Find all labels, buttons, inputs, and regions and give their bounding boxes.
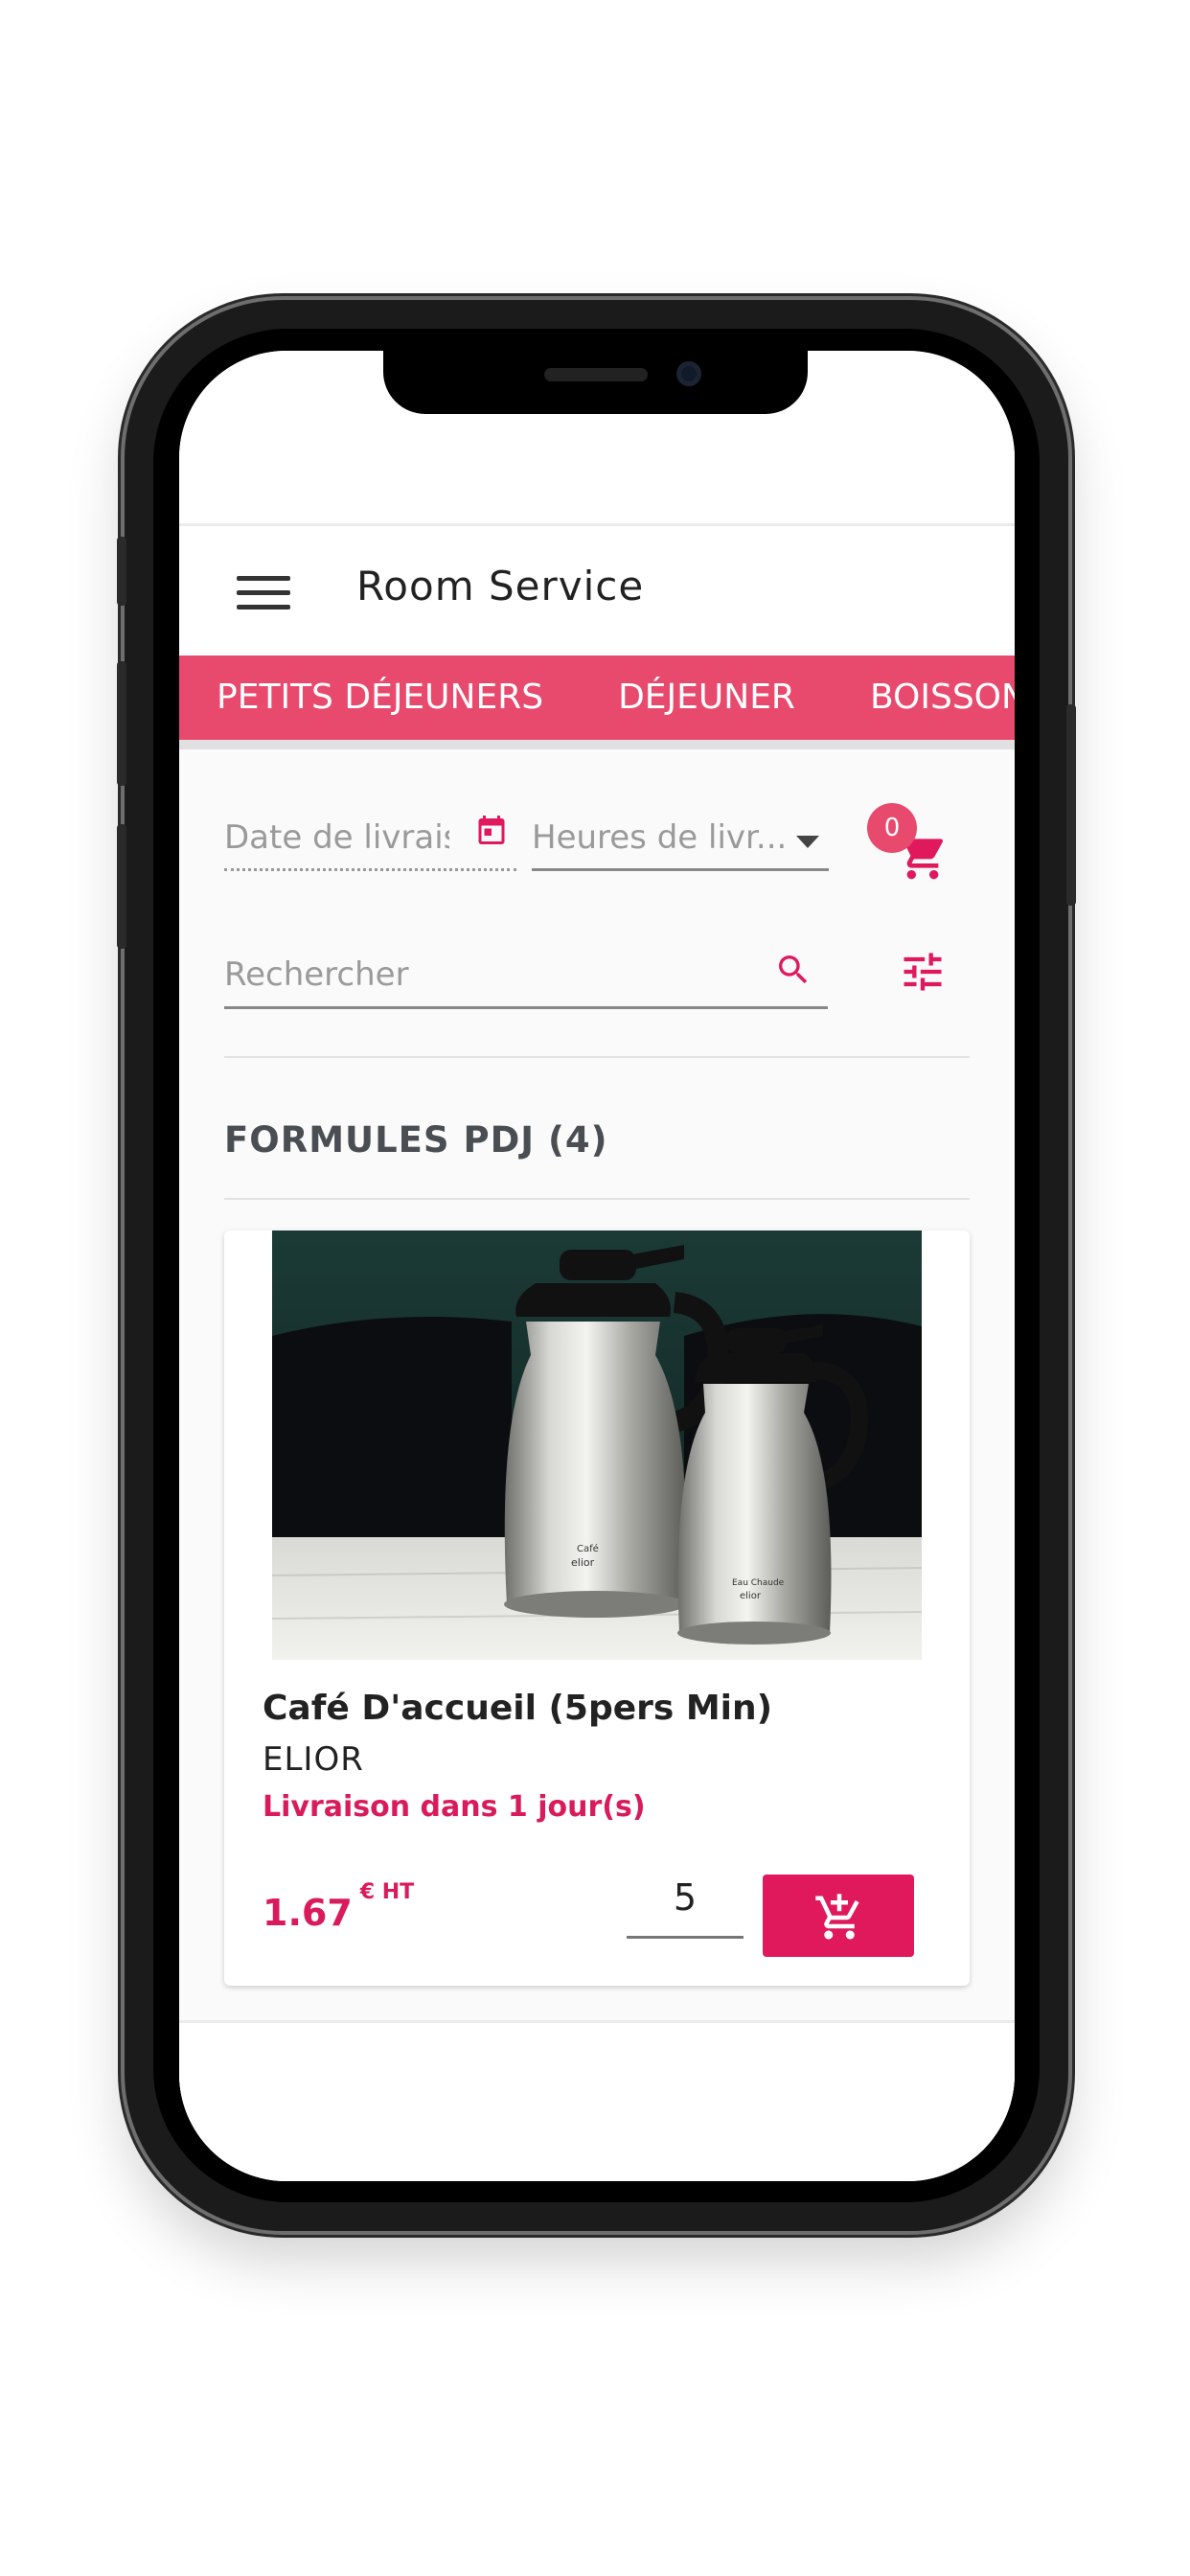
delivery-date-placeholder: Date de livraison bbox=[224, 818, 449, 857]
divider bbox=[224, 1056, 970, 1058]
tab-boissons[interactable]: BOISSONS bbox=[833, 656, 1015, 740]
hamburger-menu-icon[interactable] bbox=[237, 576, 290, 614]
section-title: FORMULES PDJ (4) bbox=[224, 1119, 608, 1161]
quantity-field bbox=[627, 1863, 744, 1939]
divider bbox=[224, 1198, 970, 1200]
search-field bbox=[224, 945, 828, 1009]
delivery-hours-select[interactable]: Heures de livr... bbox=[532, 811, 829, 871]
delivery-info: Livraison dans 1 jour(s) bbox=[263, 1790, 646, 1824]
delivery-date-field[interactable]: Date de livraison bbox=[224, 811, 516, 871]
tune-filter-icon[interactable] bbox=[898, 947, 948, 997]
phone-speaker bbox=[544, 368, 648, 381]
search-icon[interactable] bbox=[774, 951, 812, 989]
product-brand: ELIOR bbox=[263, 1740, 364, 1779]
price-unit: € HT bbox=[359, 1880, 415, 1905]
chevron-down-icon bbox=[796, 836, 819, 848]
mute-switch bbox=[117, 537, 126, 606]
power-button bbox=[1066, 704, 1076, 906]
category-tabs: PETITS DÉJEUNERSDÉJEUNERBOISSONS bbox=[179, 656, 1015, 749]
svg-text:elior: elior bbox=[571, 1556, 595, 1569]
phone-notch bbox=[383, 351, 808, 414]
product-card[interactable]: Café elior Eau Chaude elior Café D'accue… bbox=[224, 1230, 970, 1986]
app-header: Room Service bbox=[179, 523, 1015, 656]
volume-down-button bbox=[117, 824, 126, 949]
bottom-area bbox=[179, 2023, 1015, 2181]
svg-text:elior: elior bbox=[740, 1591, 762, 1601]
volume-up-button bbox=[117, 661, 126, 786]
quantity-input[interactable] bbox=[627, 1863, 744, 1932]
svg-text:Café: Café bbox=[577, 1543, 599, 1554]
app: Room Service PETITS DÉJEUNERS DÉJEUNER BOI… bbox=[179, 351, 1015, 2181]
tab-dejeuner[interactable]: DÉJEUNER bbox=[581, 656, 833, 740]
page-title: Room Service bbox=[356, 563, 645, 610]
product-name[interactable]: Café D'accueil (5pers Min) bbox=[263, 1689, 772, 1728]
add-shopping-cart-icon bbox=[815, 1894, 859, 1940]
svg-text:Eau Chaude: Eau Chaude bbox=[732, 1578, 785, 1588]
main-content: Date de livraison Heures de livr... 0 bbox=[179, 749, 1015, 2181]
product-image[interactable]: Café elior Eau Chaude elior bbox=[272, 1230, 922, 1660]
phone-screen: Room Service PETITS DÉJEUNERS DÉJEUNER BOI… bbox=[179, 351, 1015, 2181]
delivery-hours-placeholder: Heures de livr... bbox=[532, 818, 788, 857]
cart-count-badge: 0 bbox=[867, 803, 917, 853]
price-value: 1.67 bbox=[263, 1892, 353, 1934]
add-to-cart-button[interactable] bbox=[763, 1874, 914, 1957]
search-input[interactable] bbox=[224, 949, 742, 1000]
front-camera bbox=[676, 361, 701, 386]
product-price: 1.67 € HT bbox=[263, 1880, 414, 1934]
calendar-icon[interactable] bbox=[474, 811, 509, 849]
tab-petits-dejeuners[interactable]: PETITS DÉJEUNERS bbox=[179, 656, 581, 740]
cart-button[interactable]: 0 bbox=[867, 803, 953, 889]
